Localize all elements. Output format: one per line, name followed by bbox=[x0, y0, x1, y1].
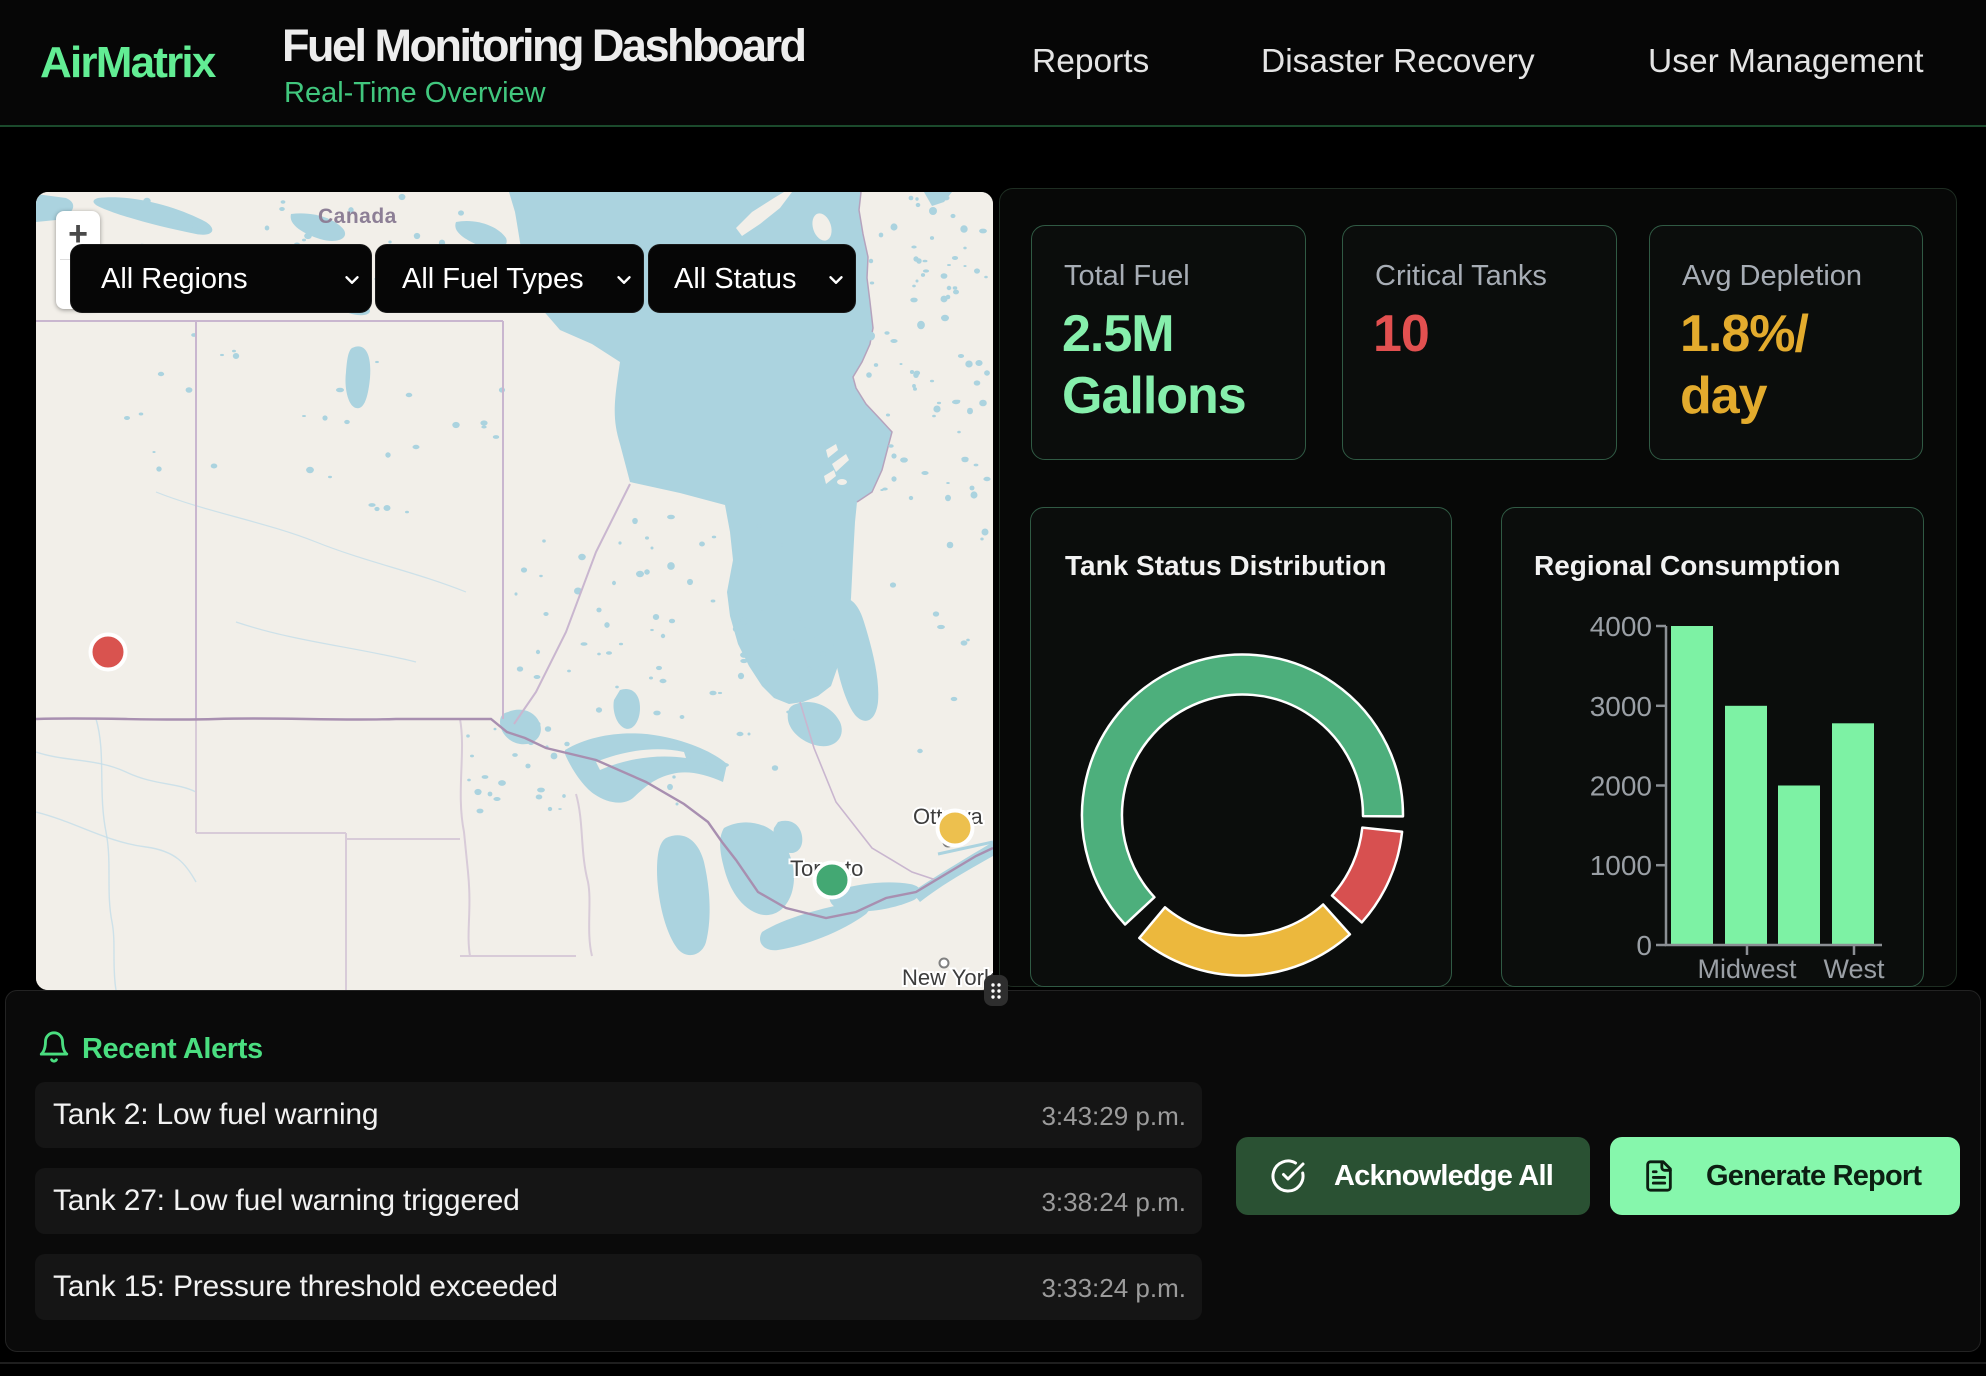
svg-text:3000: 3000 bbox=[1590, 691, 1652, 722]
svg-text:West: West bbox=[1823, 954, 1885, 984]
svg-text:4000: 4000 bbox=[1590, 611, 1652, 642]
svg-text:New York: New York bbox=[902, 965, 993, 990]
svg-text:Midwest: Midwest bbox=[1697, 954, 1797, 984]
svg-text:Canada: Canada bbox=[318, 205, 397, 228]
svg-text:2000: 2000 bbox=[1590, 771, 1652, 802]
svg-text:0: 0 bbox=[1636, 930, 1652, 961]
svg-text:1000: 1000 bbox=[1590, 850, 1652, 881]
